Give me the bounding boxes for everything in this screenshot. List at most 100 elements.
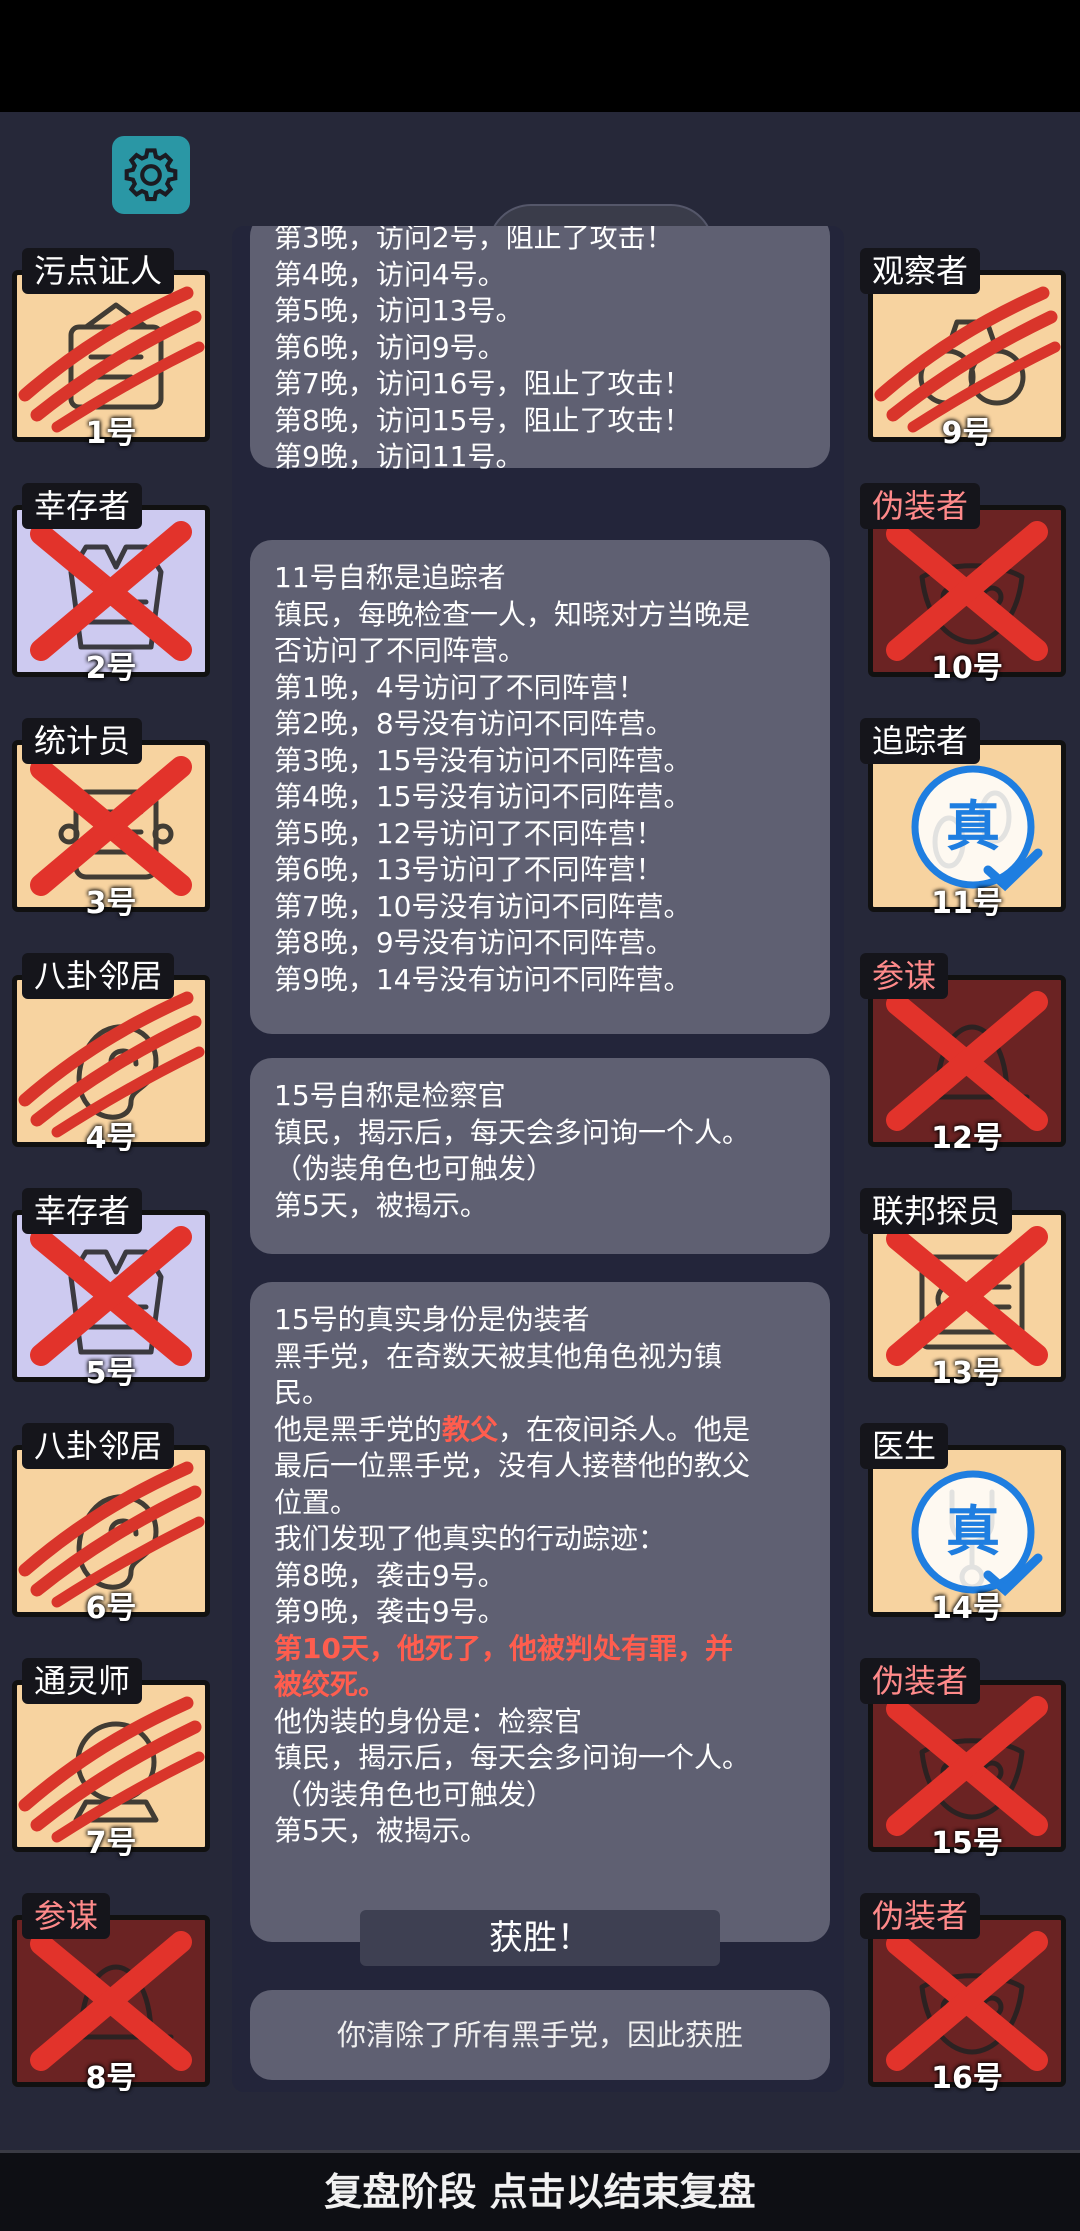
player-number: 4号 bbox=[85, 1121, 137, 1156]
log-line: 第7晚，访问16号，阻止了攻击！ bbox=[274, 367, 692, 400]
log-line: （伪装角色也可触发） bbox=[274, 1777, 555, 1811]
player-number: 7号 bbox=[85, 1826, 137, 1861]
log-line: 第5天，被揭示。 bbox=[274, 1188, 488, 1222]
result-message: 你清除了所有黑手党，因此获胜 bbox=[250, 1990, 830, 2080]
log-line: （伪装角色也可触发） bbox=[274, 1152, 555, 1185]
player-card[interactable]: 观察者 9号 bbox=[860, 248, 1066, 451]
role-label: 统计员 bbox=[22, 718, 143, 764]
player-card[interactable]: 参谋 12号 bbox=[860, 953, 1066, 1156]
log-message: 15号自称是检察官 镇民，揭示后，每天会多问询一个人。 （伪装角色也可触发） 第5天，… bbox=[250, 1058, 830, 1254]
role-label: 通灵师 bbox=[22, 1658, 143, 1704]
log-message: 第3晚，访问2号，阻止了攻击！ 第4晚，访问4号。 第5晚，访问13号。 第6晚，访问… bbox=[250, 226, 830, 473]
player-number: 14号 bbox=[931, 1591, 1003, 1626]
log-line: 第6晚，13号访问了不同阵营！ bbox=[274, 853, 664, 886]
player-card[interactable]: 八卦邻居 4号 bbox=[12, 953, 210, 1156]
role-label: 八卦邻居 bbox=[22, 1423, 175, 1469]
log-message: 11号自称是追踪者 镇民，每晚检查一人，知晓对方当晚是 否访问了不同阵营。 第1晚，4… bbox=[250, 540, 830, 1034]
player-number: 5号 bbox=[85, 1356, 137, 1391]
role-label: 幸存者 bbox=[22, 483, 143, 529]
log-line: 第8晚，袭击9号。 bbox=[274, 1558, 506, 1592]
player-number: 13号 bbox=[931, 1356, 1003, 1391]
log-line: 第8晚，9号没有访问不同阵营。 bbox=[274, 926, 674, 959]
log-line: 11号自称是追踪者 bbox=[274, 561, 506, 594]
death-highlight: 第10天，他死了，他被判处有罪，并 bbox=[274, 1631, 733, 1665]
player-number: 11号 bbox=[931, 886, 1003, 921]
log-line: 镇民，揭示后，每天会多问询一个人。 bbox=[274, 1741, 751, 1774]
role-label: 幸存者 bbox=[22, 1188, 143, 1234]
role-label: 联邦探员 bbox=[860, 1188, 1013, 1234]
log-line: 民。 bbox=[274, 1376, 331, 1409]
player-card[interactable]: 统计员 3号 bbox=[12, 718, 210, 921]
player-card[interactable]: 伪装者 16号 bbox=[860, 1893, 1066, 2096]
player-card[interactable]: 联邦探员 13号 bbox=[860, 1188, 1066, 1391]
role-label: 医生 bbox=[860, 1423, 949, 1469]
role-label: 参谋 bbox=[860, 953, 949, 999]
true-stamp-text: 真 bbox=[946, 795, 1000, 858]
role-label: 伪装者 bbox=[860, 1893, 981, 1939]
player-card[interactable]: 幸存者 2号 bbox=[12, 483, 210, 686]
end-review-button[interactable]: 复盘阶段 点击以结束复盘 bbox=[0, 2150, 1080, 2231]
gear-icon bbox=[124, 148, 178, 202]
player-card[interactable]: 伪装者 15号 bbox=[860, 1658, 1066, 1861]
log-line: 第5晚，12号访问了不同阵营！ bbox=[274, 816, 664, 850]
log-line: 第8晚，访问15号，阻止了攻击！ bbox=[274, 403, 692, 437]
role-label: 追踪者 bbox=[860, 718, 981, 764]
settings-button[interactable] bbox=[112, 136, 190, 214]
role-label: 参谋 bbox=[22, 1893, 111, 1939]
log-line: 第9晚，访问11号。 bbox=[274, 440, 524, 473]
log-line: 15号自称是检察官 bbox=[274, 1079, 506, 1112]
log-line: 位置。 bbox=[274, 1485, 359, 1519]
player-number: 1号 bbox=[85, 416, 137, 451]
log-line: 镇民，揭示后，每天会多问询一个人。 bbox=[274, 1115, 751, 1149]
log-line: 最后一位黑手党，没有人接替他的教父 bbox=[274, 1449, 751, 1482]
player-number: 6号 bbox=[85, 1591, 137, 1626]
log-line: 第6晚，访问9号。 bbox=[274, 330, 506, 364]
log-line: 他是黑手党的教父，在夜间杀人。他是 bbox=[274, 1412, 806, 1449]
log-line: 第1晚，4号访问了不同阵营！ bbox=[274, 670, 646, 704]
log-line: 第3晚，15号没有访问不同阵营。 bbox=[274, 743, 692, 777]
true-identity-message: 15号的真实身份是伪装者 黑手党，在奇数天被其他角色视为镇 民。 他是黑手党的教… bbox=[250, 1282, 830, 1942]
log-line: 第4晚，15号没有访问不同阵营。 bbox=[274, 780, 692, 813]
log-line: 否访问了不同阵营。 bbox=[274, 634, 527, 667]
log-line: 第4晚，访问4号。 bbox=[274, 257, 506, 291]
log-line: 第3晚，访问2号，阻止了攻击！ bbox=[274, 226, 674, 254]
player-card[interactable]: 污点证人 1号 bbox=[12, 248, 210, 451]
role-label: 观察者 bbox=[860, 248, 981, 294]
player-card[interactable]: 八卦邻居 6号 bbox=[12, 1423, 210, 1626]
log-line: 他伪装的身份是：检察官 bbox=[274, 1704, 583, 1738]
player-card[interactable]: 幸存者 5号 bbox=[12, 1188, 210, 1391]
player-card[interactable]: 通灵师 7号 bbox=[12, 1658, 210, 1861]
player-card[interactable]: 真 医生 14号 bbox=[860, 1423, 1066, 1626]
player-card[interactable]: 真 追踪者 11号 bbox=[860, 718, 1066, 921]
player-number: 3号 bbox=[85, 886, 137, 921]
log-line: 黑手党，在奇数天被其他角色视为镇 bbox=[274, 1339, 723, 1373]
player-number: 2号 bbox=[85, 651, 137, 686]
log-line: 我们发现了他真实的行动踪迹： bbox=[274, 1522, 667, 1555]
log-line: 镇民，每晚检查一人，知晓对方当晚是 bbox=[274, 597, 751, 631]
log-line: 第9晚，14号没有访问不同阵营。 bbox=[274, 962, 692, 996]
player-number: 10号 bbox=[931, 651, 1003, 686]
victory-banner: 获胜！ bbox=[360, 1910, 720, 1966]
role-label: 污点证人 bbox=[22, 248, 175, 294]
player-number: 12号 bbox=[931, 1121, 1003, 1156]
player-card[interactable]: 伪装者 10号 bbox=[860, 483, 1066, 686]
player-number: 8号 bbox=[85, 2061, 137, 2096]
log-line: 第2晚，8号没有访问不同阵营。 bbox=[274, 707, 674, 740]
status-bar bbox=[0, 0, 1080, 112]
log-line: 第5天，被揭示。 bbox=[274, 1814, 488, 1847]
godfather-highlight: 教父 bbox=[442, 1412, 499, 1446]
log-line: 第5晚，访问13号。 bbox=[274, 294, 524, 327]
role-label: 八卦邻居 bbox=[22, 953, 175, 999]
player-number: 9号 bbox=[941, 416, 993, 451]
true-stamp-text: 真 bbox=[946, 1500, 1000, 1563]
review-log-panel[interactable]: 第3晚，访问2号，阻止了攻击！ 第4晚，访问4号。 第5晚，访问13号。 第6晚，访问… bbox=[232, 226, 844, 2092]
log-line: 15号的真实身份是伪装者 bbox=[274, 1303, 590, 1336]
player-number: 16号 bbox=[931, 2061, 1003, 2096]
player-number: 15号 bbox=[931, 1826, 1003, 1861]
log-line: 第9晚，袭击9号。 bbox=[274, 1595, 506, 1628]
death-highlight: 被绞死。 bbox=[274, 1668, 387, 1701]
log-text: 他是黑手党的 bbox=[274, 1412, 443, 1446]
player-card[interactable]: 参谋 8号 bbox=[12, 1893, 210, 2096]
role-label: 伪装者 bbox=[860, 483, 981, 529]
role-label: 伪装者 bbox=[860, 1658, 981, 1704]
